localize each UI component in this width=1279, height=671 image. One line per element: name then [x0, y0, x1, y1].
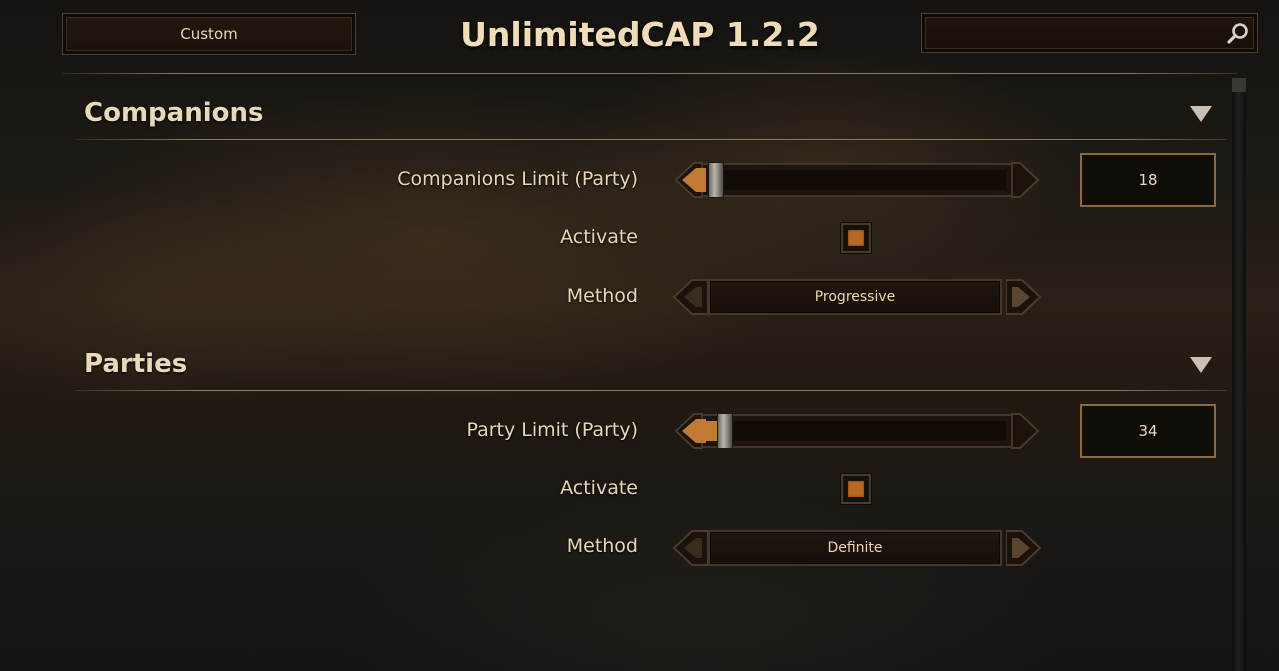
party-limit-slider[interactable]: [672, 411, 1042, 451]
preset-button[interactable]: Custom: [63, 14, 355, 54]
companions-activate-label: Activate: [560, 226, 638, 248]
arrow-left-icon[interactable]: [672, 528, 709, 568]
party-limit-label: Party Limit (Party): [466, 419, 638, 441]
checkbox-checked-mark: [848, 230, 864, 246]
companions-activate-checkbox[interactable]: [841, 223, 871, 253]
search-icon[interactable]: [1226, 22, 1250, 46]
checkbox-checked-mark: [848, 481, 864, 497]
companions-limit-label: Companions Limit (Party): [397, 168, 638, 190]
header-divider: [62, 73, 1237, 74]
parties-method-label: Method: [566, 535, 638, 557]
scrollbar[interactable]: [1232, 78, 1246, 671]
section-title-companions: Companions: [84, 98, 264, 128]
companions-method-selector[interactable]: Progressive: [672, 277, 1042, 317]
section-divider: [75, 139, 1227, 140]
method-value: Progressive: [708, 279, 1002, 315]
companions-method-label: Method: [566, 285, 638, 307]
collapse-parties-icon[interactable]: [1190, 357, 1212, 373]
scrollbar-thumb[interactable]: [1232, 78, 1246, 92]
party-limit-value[interactable]: 34: [1080, 404, 1216, 458]
section-divider: [75, 390, 1227, 391]
collapse-companions-icon[interactable]: [1190, 106, 1212, 122]
arrow-right-icon[interactable]: [1005, 277, 1042, 317]
companions-limit-value[interactable]: 18: [1080, 153, 1216, 207]
parties-activate-label: Activate: [560, 477, 638, 499]
parties-method-selector[interactable]: Definite: [672, 528, 1042, 568]
parties-activate-checkbox[interactable]: [841, 474, 871, 504]
slider-thumb[interactable]: [708, 162, 724, 198]
page-title: UnlimitedCAP 1.2.2: [460, 15, 820, 54]
arrow-left-icon[interactable]: [672, 277, 709, 317]
search-input[interactable]: [922, 14, 1257, 52]
method-value: Definite: [708, 530, 1002, 566]
section-title-parties: Parties: [84, 349, 188, 379]
companions-limit-slider[interactable]: [672, 160, 1042, 200]
arrow-right-icon[interactable]: [1005, 528, 1042, 568]
slider-thumb[interactable]: [717, 413, 733, 449]
